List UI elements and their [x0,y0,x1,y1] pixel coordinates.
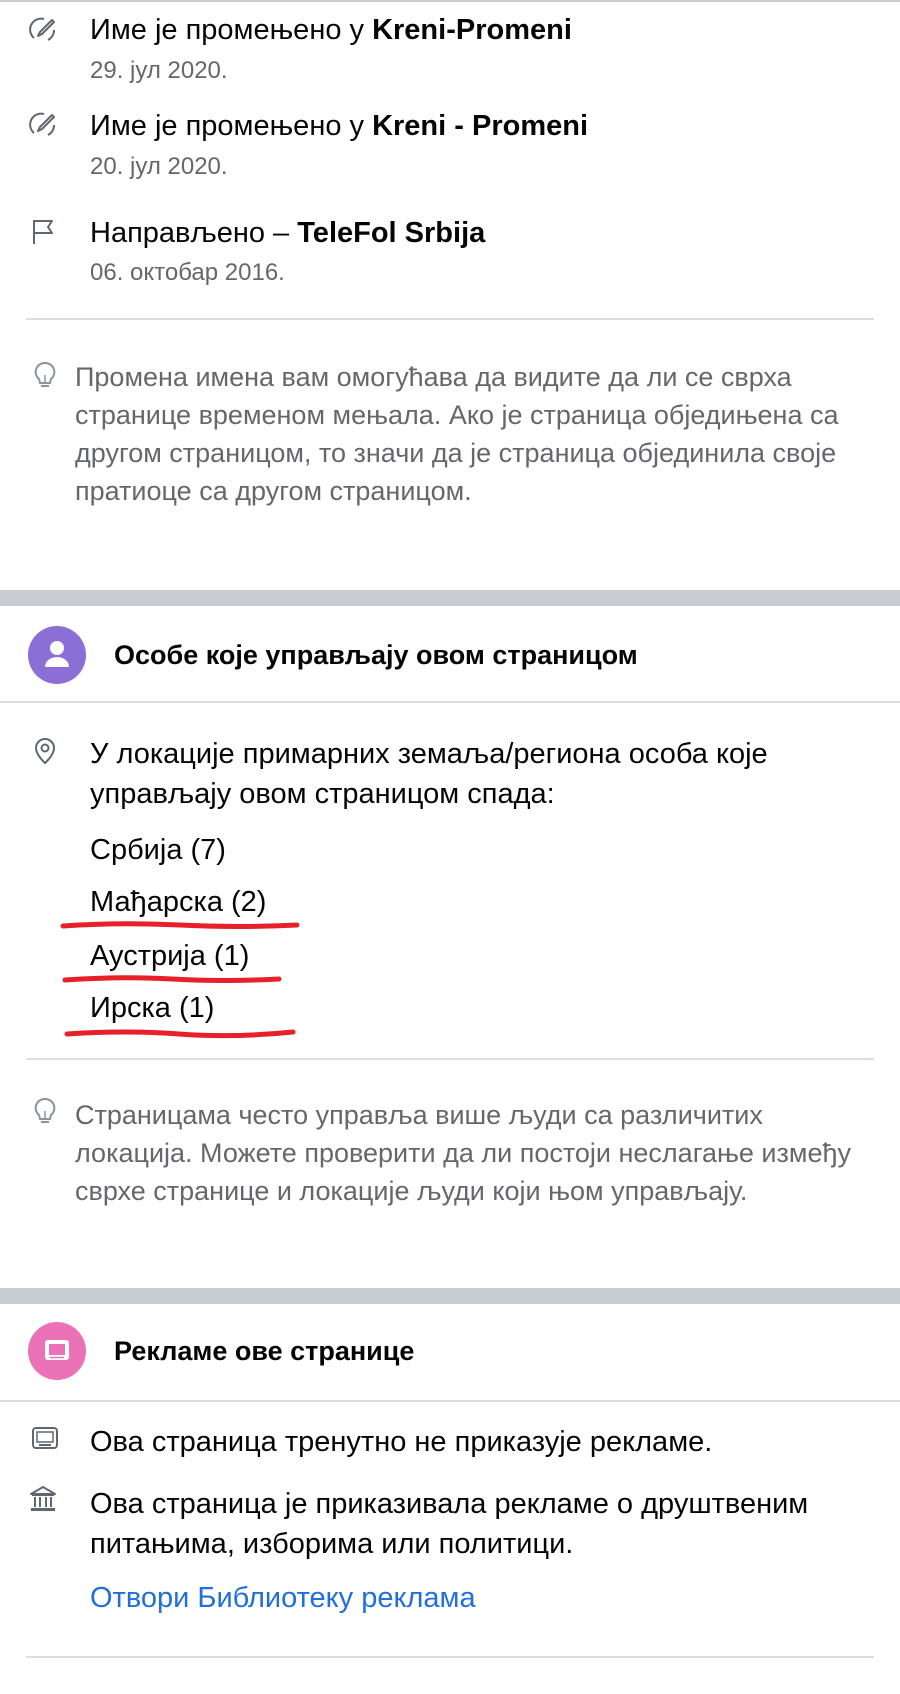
history-date: 20. јул 2020. [90,153,228,180]
flag-icon [28,216,58,246]
history-page-name: Kreni-Promeni [372,14,572,46]
section-separator [0,1288,900,1304]
divider [0,701,900,703]
history-page-name: Kreni - Promeni [372,110,589,142]
history-tip-text: Промена имена вам омогућава да видите да… [75,362,839,506]
managers-intro: У локације примарних земаља/региона особ… [90,738,768,810]
managers-tip-text: Страницама често управља више људи са ра… [75,1100,851,1206]
ads-political-notice: Ова страница је приказивала рекламе о др… [90,1488,809,1560]
person-avatar-icon [28,626,86,684]
ads-icon [28,1322,86,1380]
ads-section-title: Рекламе ове странице [114,1336,415,1366]
history-prefix: Име је промењено у [90,14,365,46]
ads-current-status: Ова страница тренутно не приказује рекла… [90,1426,713,1458]
history-date: 29. јул 2020. [90,57,228,84]
divider [26,1656,874,1658]
section-separator [0,590,900,606]
rename-icon [28,109,58,139]
red-underline-annotation [62,975,282,983]
location-pin-icon [30,736,60,766]
history-prefix: Направљено – [90,217,290,249]
divider [0,1400,900,1402]
managers-section-title: Особе које управљају овом страницом [114,640,638,670]
history-page-name: TeleFol Srbija [297,217,486,249]
country-item: Аустрија (1) [90,940,250,972]
history-prefix: Име је промењено у [90,110,365,142]
red-underline-annotation [64,1029,296,1039]
lightbulb-icon [30,360,60,390]
red-underline-annotation [60,921,300,929]
government-building-icon [28,1484,58,1514]
open-ad-library-link[interactable]: Отвори Библиотеку реклама [90,1580,476,1616]
country-item: Ирска (1) [90,992,215,1024]
top-border [0,0,900,2]
country-item: Мађарска (2) [90,886,267,918]
divider [26,1058,874,1060]
country-item: Србија (7) [90,834,226,866]
lightbulb-icon [30,1096,60,1126]
rename-icon [28,14,58,44]
history-date: 06. октобар 2016. [90,259,285,286]
divider [26,318,874,320]
monitor-icon [30,1424,60,1454]
